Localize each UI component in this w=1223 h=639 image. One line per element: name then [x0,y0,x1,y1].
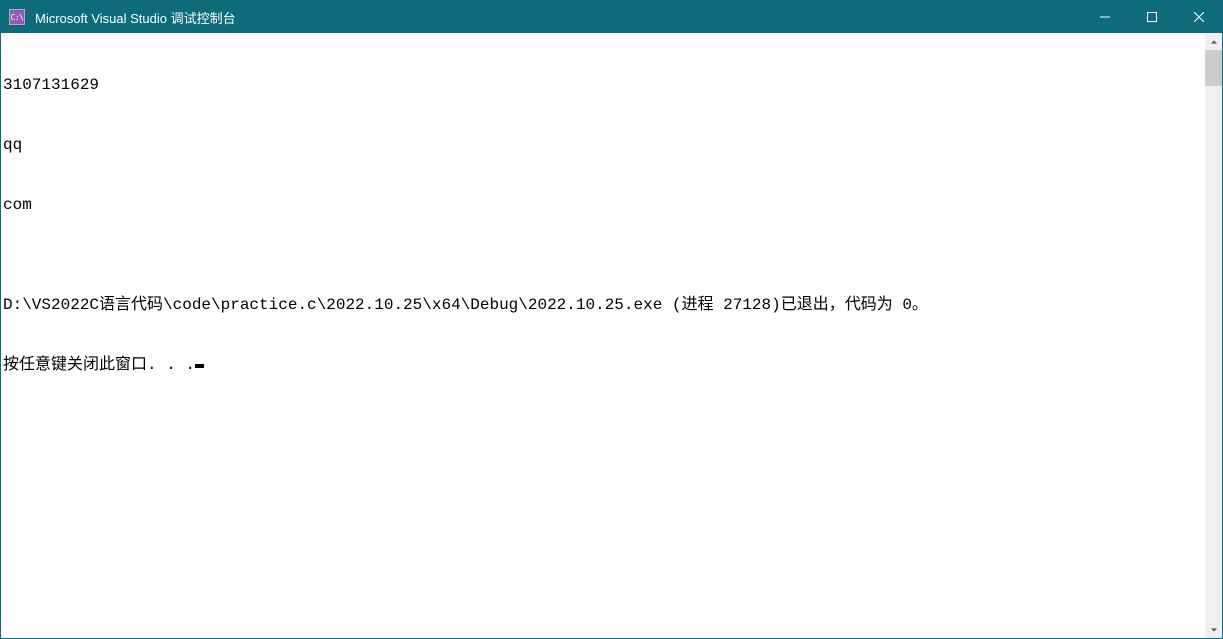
minimize-icon [1100,12,1110,22]
vertical-scrollbar[interactable] [1205,33,1222,638]
app-icon: C:\ [9,9,25,25]
output-text: 按任意键关闭此窗口. . . [3,356,195,374]
chevron-down-icon [1210,626,1218,634]
window-title: Microsoft Visual Studio 调试控制台 [33,8,1081,27]
close-button[interactable] [1175,1,1222,33]
scroll-track[interactable] [1205,50,1222,621]
minimize-button[interactable] [1081,1,1128,33]
app-icon-holder: C:\ [1,1,33,33]
close-icon [1194,12,1204,22]
scroll-thumb[interactable] [1205,50,1222,86]
maximize-button[interactable] [1128,1,1175,33]
scroll-down-button[interactable] [1205,621,1222,638]
client-area: 3107131629 qq com D:\VS2022C语言代码\code\pr… [1,33,1222,638]
console-window: C:\ Microsoft Visual Studio 调试控制台 310713… [0,0,1223,639]
output-line: com [3,195,1205,215]
output-line: D:\VS2022C语言代码\code\practice.c\2022.10.2… [3,295,1205,315]
output-line: qq [3,135,1205,155]
window-controls [1081,1,1222,33]
scroll-up-button[interactable] [1205,33,1222,50]
titlebar[interactable]: C:\ Microsoft Visual Studio 调试控制台 [1,1,1222,33]
output-line: 3107131629 [3,75,1205,95]
chevron-up-icon [1210,38,1218,46]
maximize-icon [1147,12,1157,22]
output-line: 按任意键关闭此窗口. . . [3,355,1205,375]
cursor [195,364,204,368]
console-output[interactable]: 3107131629 qq com D:\VS2022C语言代码\code\pr… [1,33,1205,638]
